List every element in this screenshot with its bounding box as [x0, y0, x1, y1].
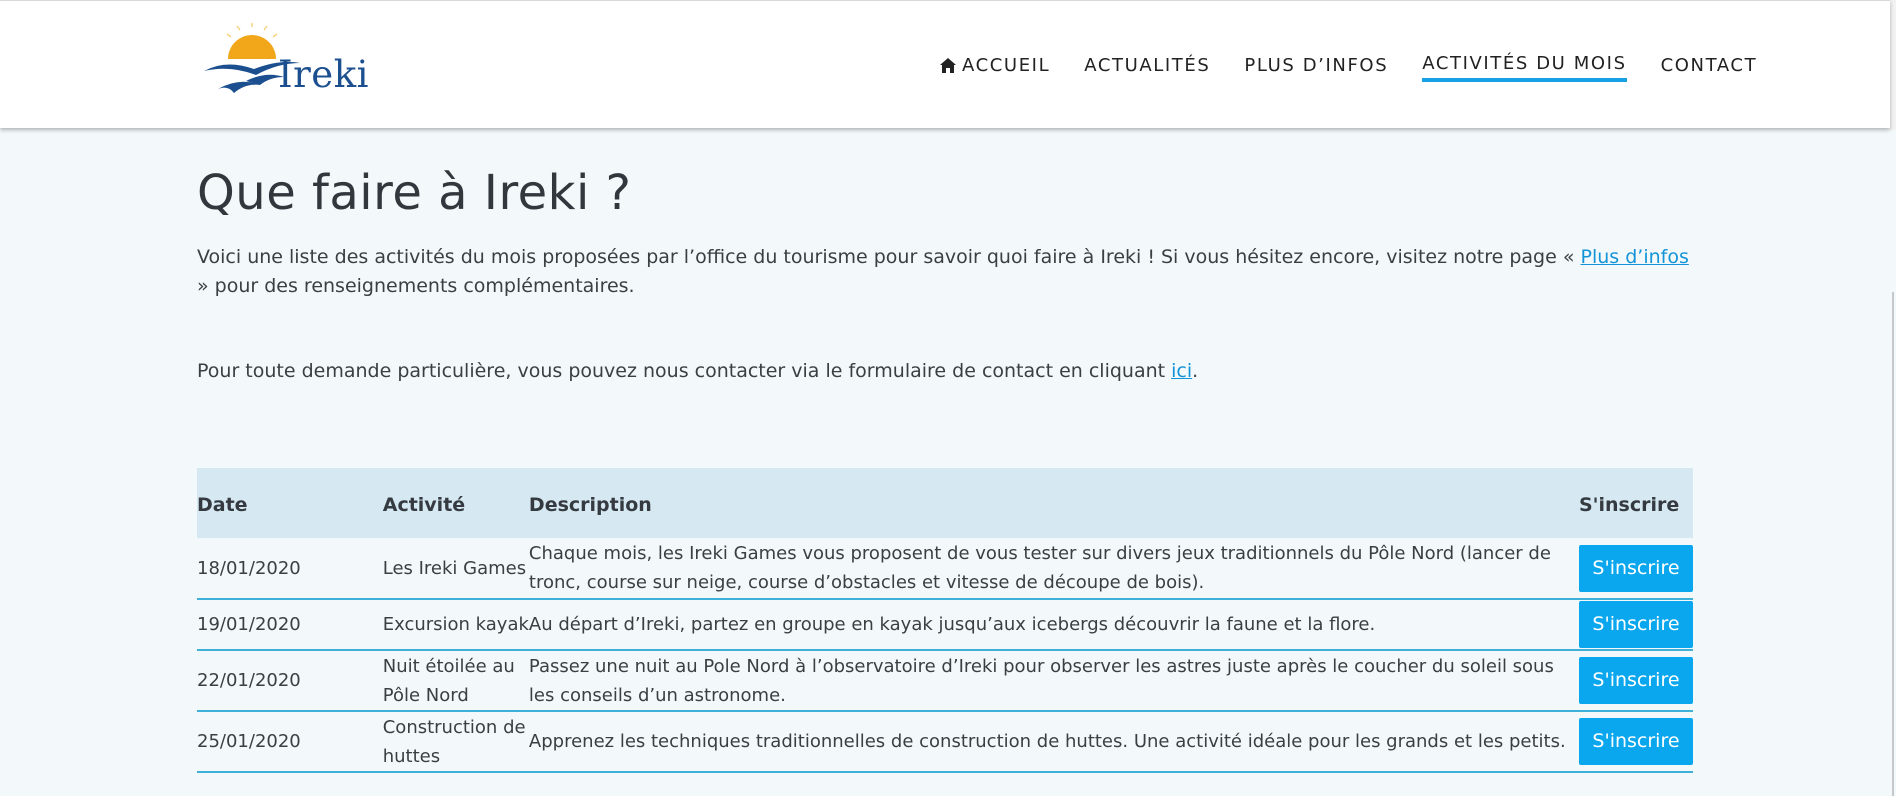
- nav-item-accueil[interactable]: ACCUEIL: [940, 53, 1050, 82]
- nav-label: ACCUEIL: [962, 55, 1051, 76]
- cell-activity: Les Ireki Games: [382, 557, 527, 579]
- contact-link[interactable]: ici: [1171, 360, 1192, 382]
- register-button[interactable]: S'inscrire: [1578, 657, 1693, 704]
- activities-table: Date Activité Description S'inscrire 18/…: [197, 468, 1693, 773]
- site-header: Ireki ACCUEIL ACTUALITÉS PLUS D’INFOS AC…: [0, 0, 1890, 128]
- header-register: S'inscrire: [1578, 494, 1680, 516]
- register-button[interactable]: S'inscrire: [1578, 544, 1693, 592]
- main-nav: ACCUEIL ACTUALITÉS PLUS D’INFOS ACTIVITÉ…: [940, 53, 1757, 82]
- table-row: 22/01/2020 Nuit étoilée au Pôle Nord Pas…: [197, 650, 1693, 711]
- nav-item-contact[interactable]: CONTACT: [1661, 53, 1758, 82]
- table-header-row: Date Activité Description S'inscrire: [197, 468, 1693, 538]
- cell-date: 19/01/2020: [197, 614, 301, 635]
- window-edge: [1890, 0, 1896, 130]
- main-content: Que faire à Ireki ? Voici une liste des …: [197, 128, 1693, 386]
- table-row: 19/01/2020 Excursion kayak Au départ d’I…: [197, 599, 1693, 650]
- nav-item-plus-dinfos[interactable]: PLUS D’INFOS: [1244, 53, 1388, 82]
- nav-label: ACTUALITÉS: [1084, 55, 1211, 76]
- nav-label: PLUS D’INFOS: [1244, 55, 1389, 76]
- cell-description: Au départ d’Ireki, partez en groupe en k…: [528, 614, 1376, 635]
- home-icon: [940, 58, 956, 73]
- cell-activity: Construction de huttes: [382, 716, 526, 767]
- page-title: Que faire à Ireki ?: [197, 165, 632, 221]
- cell-date: 18/01/2020: [197, 557, 301, 579]
- header-activity: Activité: [382, 494, 466, 516]
- header-description: Description: [528, 494, 652, 516]
- cell-register: S'inscrire: [1578, 650, 1693, 711]
- cell-date: 25/01/2020: [197, 731, 301, 752]
- contact-text-end: .: [1192, 360, 1199, 383]
- plus-dinfos-link[interactable]: Plus d’infos: [1581, 246, 1689, 268]
- cell-description: Apprenez les techniques traditionnelles …: [528, 731, 1566, 752]
- nav-item-activites-du-mois[interactable]: ACTIVITÉS DU MOIS: [1422, 53, 1627, 82]
- cell-register: S'inscrire: [1578, 538, 1693, 599]
- ireki-logo[interactable]: Ireki: [200, 23, 370, 105]
- header-date: Date: [197, 494, 248, 516]
- cell-date: 22/01/2020: [197, 670, 301, 691]
- cell-description: Chaque mois, les Ireki Games vous propos…: [528, 543, 1551, 593]
- intro-text: Voici une liste des activités du mois pr…: [197, 246, 1581, 269]
- cell-register: S'inscrire: [1578, 599, 1693, 650]
- intro-paragraph: Voici une liste des activités du mois pr…: [197, 243, 1693, 301]
- table-row: 18/01/2020 Les Ireki Games Chaque mois, …: [197, 538, 1693, 599]
- cell-activity: Nuit étoilée au Pôle Nord: [382, 655, 515, 706]
- cell-register: S'inscrire: [1578, 711, 1693, 772]
- nav-label: ACTIVITÉS DU MOIS: [1422, 53, 1627, 74]
- contact-paragraph: Pour toute demande particulière, vous po…: [197, 357, 1693, 386]
- intro-text-end: » pour des renseignements complémentaire…: [197, 275, 635, 298]
- scrollbar[interactable]: [1892, 292, 1894, 796]
- contact-text: Pour toute demande particulière, vous po…: [197, 360, 1172, 383]
- cell-description: Passez une nuit au Pole Nord à l’observa…: [528, 655, 1554, 706]
- cell-activity: Excursion kayak: [382, 614, 529, 635]
- logo-text: Ireki: [278, 53, 369, 96]
- nav-item-actualites[interactable]: ACTUALITÉS: [1084, 53, 1210, 82]
- nav-label: CONTACT: [1660, 55, 1758, 76]
- table-row: 25/01/2020 Construction de huttes Appren…: [197, 711, 1693, 772]
- register-button[interactable]: S'inscrire: [1578, 601, 1693, 648]
- register-button[interactable]: S'inscrire: [1578, 718, 1693, 765]
